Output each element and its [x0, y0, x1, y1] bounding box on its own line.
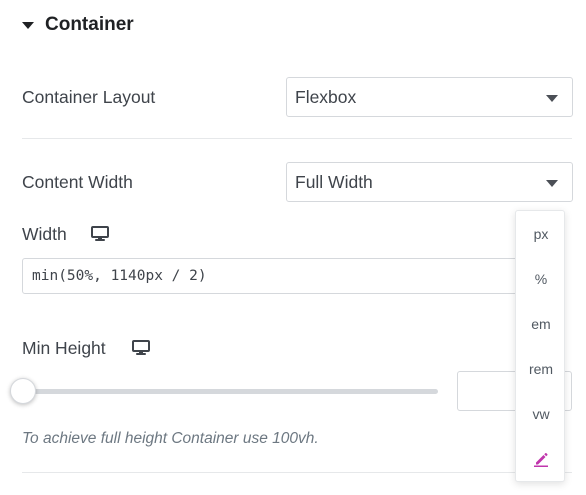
container-layout-value: Flexbox [295, 86, 357, 107]
container-layout-select[interactable]: Flexbox [286, 77, 573, 117]
pencil-icon[interactable] [533, 451, 549, 467]
monitor-icon[interactable] [132, 340, 150, 356]
width-label: Width [22, 224, 67, 244]
min-height-label: Min Height [22, 338, 106, 358]
unit-option-vw[interactable]: vw [516, 406, 566, 422]
section-toggle-container[interactable]: Container [22, 14, 134, 36]
chevron-down-icon [546, 180, 558, 187]
unit-option-percent[interactable]: % [516, 271, 566, 287]
min-height-slider-handle[interactable] [10, 378, 36, 404]
width-input-value: min(50%, 1140px / 2) [32, 268, 207, 284]
container-layout-label: Container Layout [22, 87, 156, 107]
content-width-select[interactable]: Full Width [286, 162, 573, 202]
caret-down-icon [22, 22, 34, 29]
min-height-slider-track[interactable] [22, 389, 438, 394]
unit-dropdown-menu: px % em rem vw [515, 210, 565, 482]
unit-option-em[interactable]: em [516, 316, 566, 332]
section-title: Container [45, 14, 134, 35]
content-width-value: Full Width [295, 171, 373, 192]
monitor-icon[interactable] [91, 226, 109, 242]
content-width-label: Content Width [22, 172, 133, 192]
divider [22, 138, 572, 139]
min-height-hint: To achieve full height Container use 100… [22, 430, 319, 447]
divider [22, 472, 572, 473]
unit-option-px[interactable]: px [516, 226, 566, 242]
chevron-down-icon [546, 95, 558, 102]
width-input[interactable]: min(50%, 1140px / 2) [22, 258, 546, 294]
unit-option-rem[interactable]: rem [516, 361, 566, 377]
